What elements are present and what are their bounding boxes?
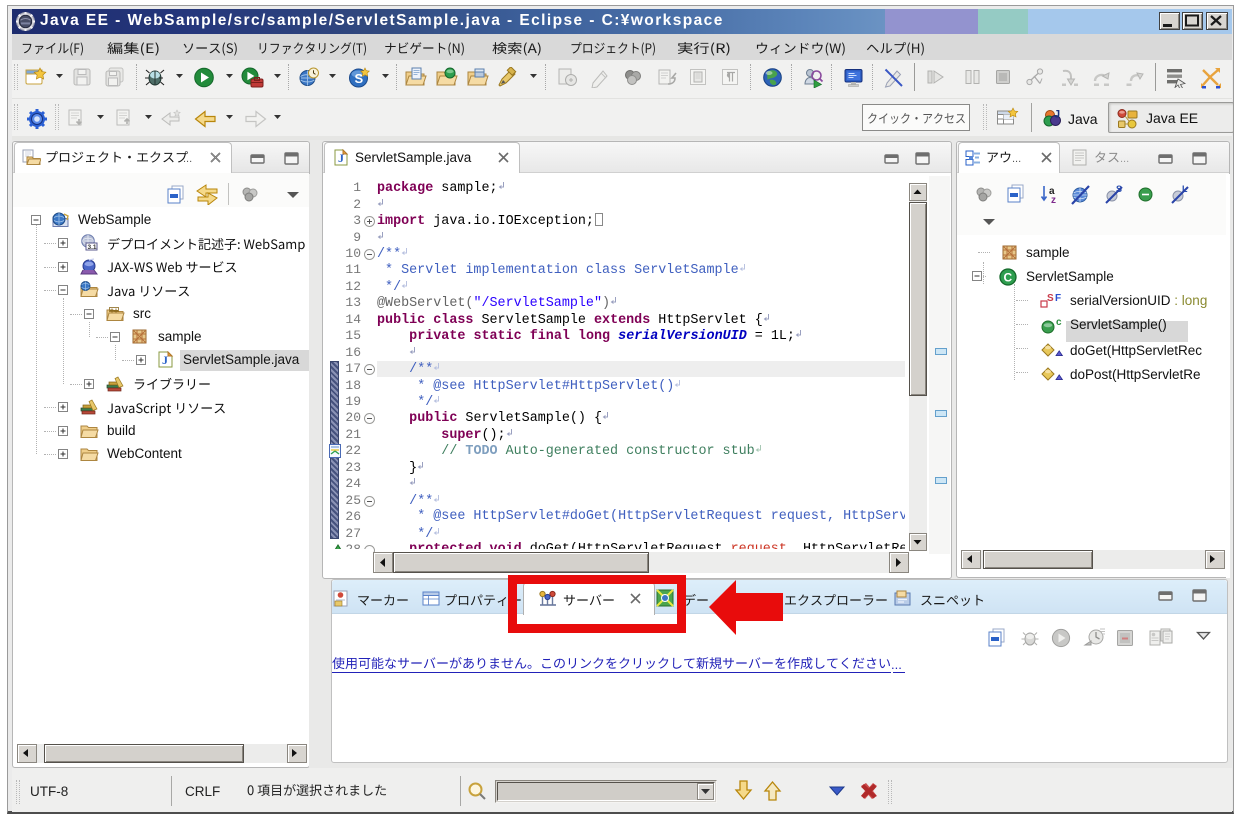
svg-text:S: S <box>355 71 364 86</box>
svg-text:F: F <box>1055 293 1061 304</box>
svg-text:J: J <box>162 353 168 367</box>
svg-text:J: J <box>1054 109 1060 121</box>
svg-text:z: z <box>1051 195 1056 205</box>
svg-text:c: c <box>1056 317 1062 328</box>
svg-text:C: C <box>1004 271 1013 285</box>
svg-text:3.1: 3.1 <box>88 244 97 251</box>
svg-text:S: S <box>1047 293 1054 304</box>
svg-text:J: J <box>338 151 344 165</box>
